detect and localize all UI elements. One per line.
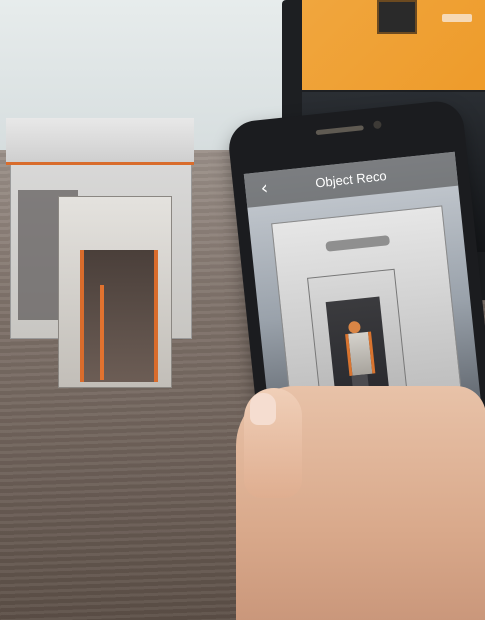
app-title: Object Reco bbox=[314, 168, 388, 191]
paper-model-doorway bbox=[80, 250, 158, 382]
photo-scene: ‹ Object Reco vuforia bbox=[0, 0, 485, 620]
paper-model-stripe bbox=[100, 285, 104, 380]
thumbnail bbox=[250, 393, 276, 425]
chevron-left-icon[interactable]: ‹ bbox=[250, 175, 279, 204]
phone-speaker bbox=[315, 125, 364, 136]
phone-front-camera bbox=[372, 120, 382, 130]
app-header: ‹ Object Reco bbox=[243, 151, 459, 208]
ar-character-body bbox=[345, 331, 376, 377]
monitor-app-icon bbox=[377, 0, 417, 34]
monitor-toolbar bbox=[442, 14, 472, 22]
paper-model-roof bbox=[6, 118, 194, 165]
